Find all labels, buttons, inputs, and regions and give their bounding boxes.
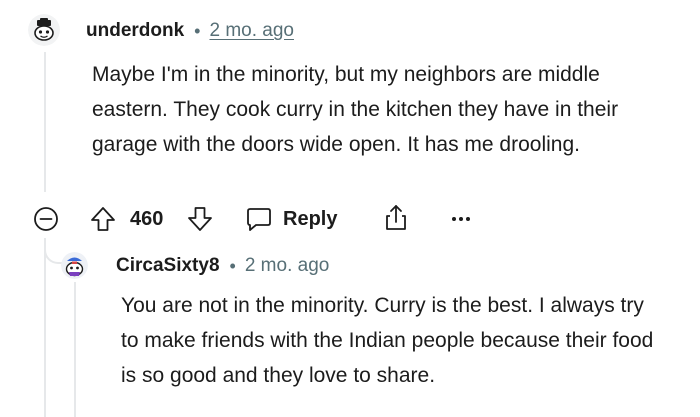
avatar[interactable] — [28, 14, 60, 46]
username[interactable]: CircaSixty8 — [116, 255, 220, 277]
upvote-arrow-icon — [91, 207, 115, 231]
reply-label: Reply — [283, 207, 338, 230]
timestamp[interactable]: 2 mo. ago — [245, 255, 330, 277]
comment-body: Maybe I'm in the minority, but my neighb… — [92, 63, 619, 156]
share-icon — [386, 205, 406, 230]
collapse-button[interactable] — [33, 206, 59, 232]
more-options-button[interactable] — [450, 208, 472, 230]
comment-body: You are not in the minority. Curry is th… — [121, 294, 654, 387]
thread-line-child[interactable] — [74, 282, 76, 417]
meta-separator: • — [229, 255, 236, 276]
username[interactable]: underdonk — [86, 20, 184, 42]
thread-line-continuation[interactable] — [44, 238, 46, 417]
timestamp-link[interactable]: 2 mo. ago — [209, 20, 294, 42]
vote-count-container: 460 — [130, 208, 163, 231]
snoo-avatar-icon — [61, 252, 88, 279]
avatar[interactable] — [61, 252, 88, 279]
downvote-button[interactable] — [186, 205, 214, 233]
share-button[interactable] — [381, 203, 411, 233]
collapse-circle-icon — [34, 207, 58, 231]
ellipsis-icon — [452, 217, 470, 221]
upvote-button[interactable] — [89, 205, 117, 233]
reply-button[interactable]: Reply — [245, 205, 337, 233]
speech-bubble-icon — [247, 208, 271, 231]
snoo-avatar-icon — [28, 14, 60, 46]
comment-action-bar: 460 Reply — [0, 200, 700, 240]
meta-separator: • — [194, 20, 201, 41]
comment-meta: underdonk • 2 mo. ago — [86, 20, 294, 42]
vote-count: 460 — [130, 208, 164, 230]
comment-meta: CircaSixty8 • 2 mo. ago — [116, 255, 329, 277]
thread-line-parent[interactable] — [44, 52, 46, 192]
downvote-arrow-icon — [188, 207, 212, 231]
